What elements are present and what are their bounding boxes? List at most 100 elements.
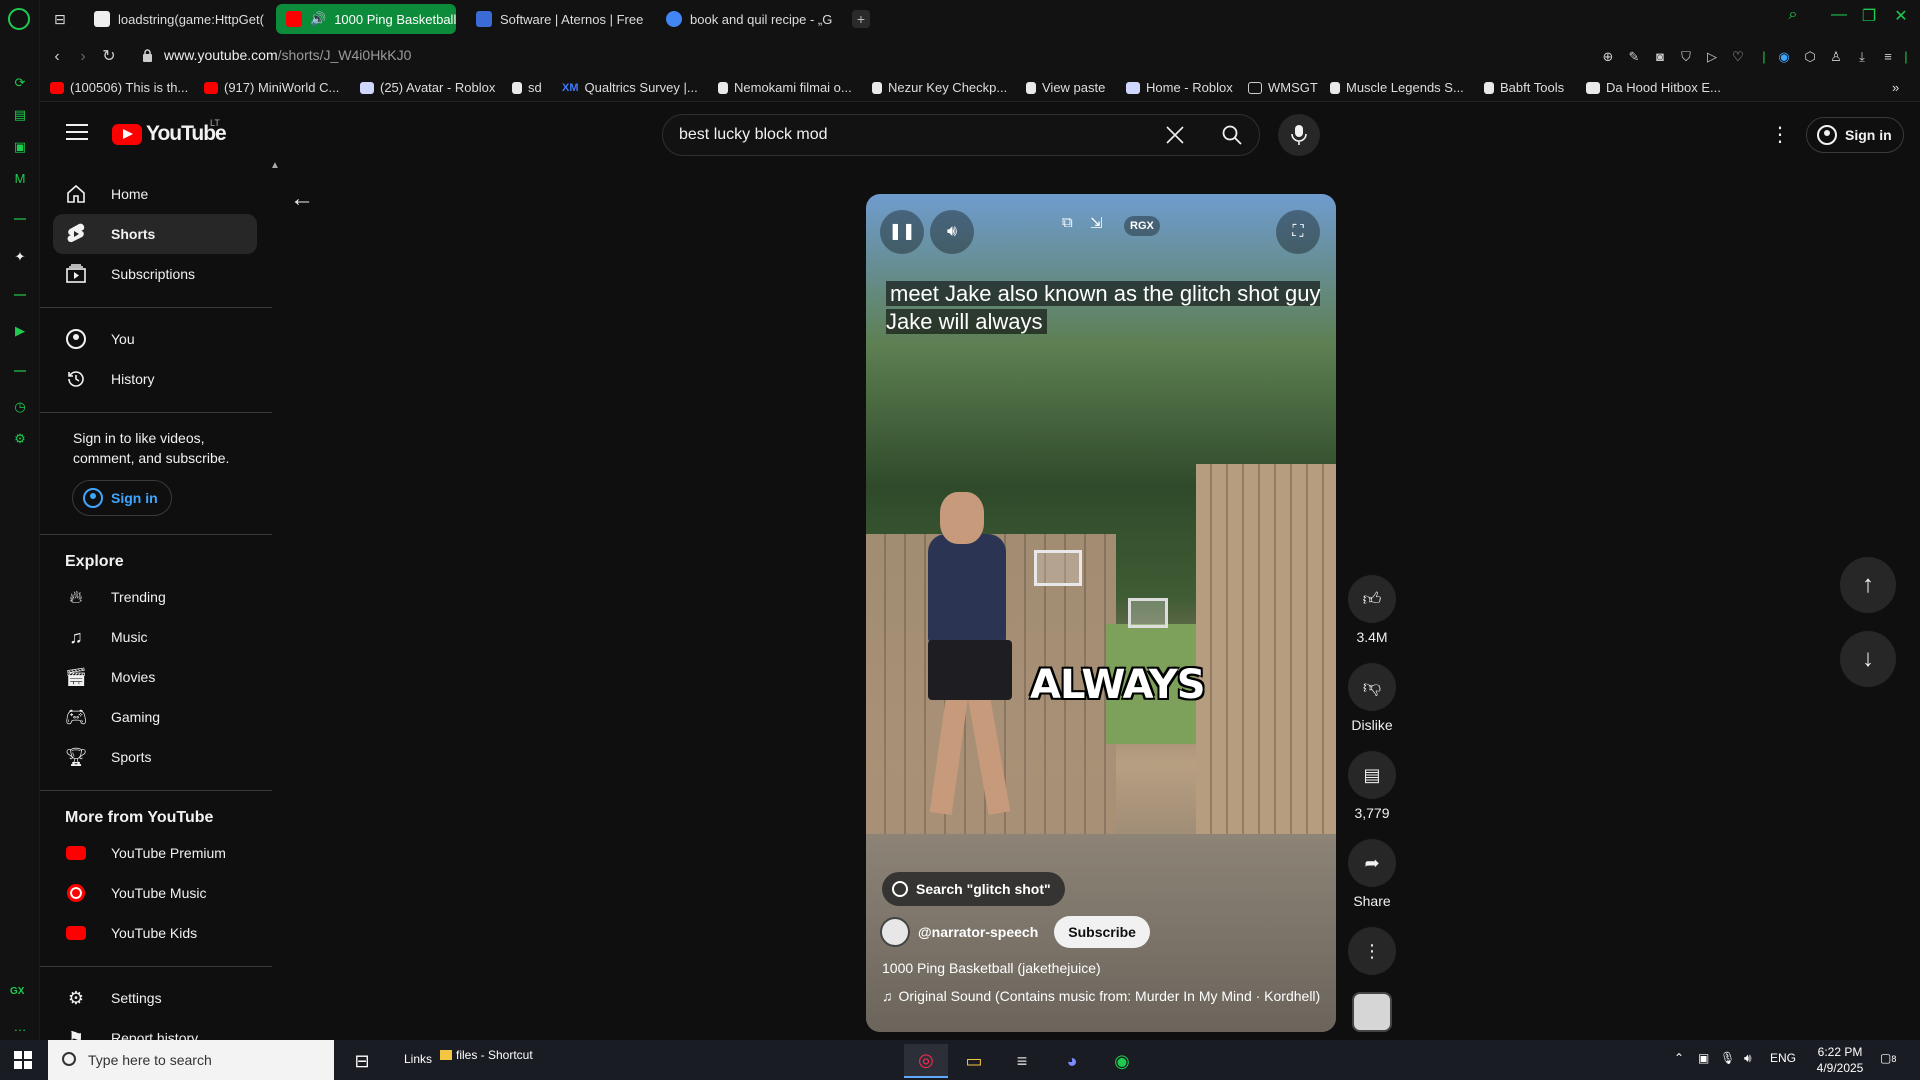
more-actions-button[interactable]: ⋮ — [1348, 927, 1396, 975]
taskbar-search[interactable]: Type here to search — [48, 1040, 334, 1080]
tab-google[interactable]: book and quil recipe - „G — [656, 4, 836, 34]
speaker-icon[interactable]: 🔊 — [310, 11, 326, 27]
notifications-icon[interactable]: ▢8 — [1880, 1051, 1896, 1065]
guide-item-gaming[interactable]: 🎮︎ Gaming — [53, 697, 257, 737]
sound-source-thumbnail[interactable] — [1352, 992, 1392, 1032]
bookmark-item[interactable]: sd — [512, 80, 542, 95]
twitch-icon[interactable]: ▣ — [11, 138, 29, 156]
like-button[interactable]: 👍︎ — [1348, 575, 1396, 623]
bookmark-item[interactable]: Muscle Legends S... — [1330, 80, 1464, 95]
gx-corner-icon[interactable]: ▤ — [11, 106, 29, 124]
zoom-icon[interactable]: ⊕ — [1600, 49, 1616, 65]
voice-search-button[interactable] — [1278, 114, 1320, 156]
previous-short-button[interactable]: ↑ — [1840, 557, 1896, 613]
language-indicator[interactable]: ENG — [1770, 1051, 1796, 1065]
guide-item-you[interactable]: You — [53, 319, 257, 359]
dislike-button[interactable]: 👎︎ — [1348, 663, 1396, 711]
rgx-button[interactable]: RGX — [1124, 216, 1160, 236]
bookmark-item[interactable]: (917) MiniWorld C... — [204, 80, 339, 95]
guide-item-youtube-kids[interactable]: YouTube Kids — [53, 913, 257, 953]
cube-icon[interactable]: ⬡ — [1802, 49, 1818, 65]
send-icon[interactable]: ▷ — [1704, 49, 1720, 65]
download-icon[interactable]: ⤓ — [1854, 49, 1870, 65]
gx-control-icon[interactable]: ⟳ — [11, 74, 29, 92]
gx-taskbar-icon[interactable]: ◉ — [1100, 1044, 1144, 1078]
tray-overflow-icon[interactable]: ⌃ — [1674, 1051, 1684, 1065]
editor-taskbar-icon[interactable]: ≡ — [1000, 1044, 1044, 1078]
subscribe-button[interactable]: Subscribe — [1054, 916, 1150, 948]
bookmark-item[interactable]: View paste — [1026, 80, 1105, 95]
bookmark-item[interactable]: Home - Roblox — [1126, 80, 1233, 95]
opera-gx-logo[interactable] — [8, 8, 30, 30]
guide-item-settings[interactable]: ⚙ Settings — [53, 978, 257, 1018]
clear-search-icon[interactable] — [1165, 125, 1185, 145]
guide-item-music[interactable]: ♫ Music — [53, 617, 257, 657]
search-input[interactable]: best lucky block mod — [679, 126, 828, 144]
opera-gx-taskbar-icon[interactable]: ◎ — [904, 1044, 948, 1078]
new-tab-button[interactable]: + — [852, 10, 870, 28]
guide-item-home[interactable]: Home — [53, 174, 257, 214]
comments-button[interactable]: ▤ — [1348, 751, 1396, 799]
sign-in-button[interactable]: Sign in — [1806, 117, 1904, 153]
shield-icon[interactable]: ⛉ — [1678, 49, 1694, 65]
bookmarks-overflow-icon[interactable]: » — [1892, 80, 1899, 95]
search-box[interactable]: best lucky block mod — [662, 114, 1260, 156]
file-explorer-taskbar-icon[interactable]: ▭ — [952, 1044, 996, 1078]
next-short-button[interactable]: ↓ — [1840, 631, 1896, 687]
guide-item-subscriptions[interactable]: Subscriptions — [53, 254, 257, 294]
profile-icon[interactable]: ♙ — [1828, 49, 1844, 65]
bookmark-item[interactable]: (100506) This is th... — [50, 80, 188, 95]
search-button[interactable] — [1186, 114, 1262, 156]
back-arrow-icon[interactable]: ← — [290, 185, 314, 213]
guide-item-youtube-premium[interactable]: YouTube Premium — [53, 833, 257, 873]
url-field[interactable]: www.youtube.com/shorts/J_W4i0HkKJ0 — [164, 47, 411, 63]
guide-item-trending[interactable]: 🔥︎ Trending — [53, 577, 257, 617]
guide-item-sports[interactable]: 🏆︎ Sports — [53, 737, 257, 777]
edit-icon[interactable]: ✎ — [1626, 49, 1642, 65]
shorts-video-player[interactable]: ❚❚ 🔊︎ ⧉ ⇲ RGX ⛶ meet Jake also known as … — [866, 194, 1336, 1032]
history-icon[interactable]: ◷ — [11, 398, 29, 416]
extension-icon[interactable]: ◉ — [1776, 49, 1792, 65]
files-shortcut[interactable]: files - Shortcut — [440, 1048, 533, 1062]
settings-icon[interactable]: ⚙ — [11, 430, 29, 448]
share-button[interactable]: ➦ — [1348, 839, 1396, 887]
pause-button[interactable]: ❚❚ — [880, 210, 924, 254]
player-icon[interactable]: ▶ — [11, 322, 29, 340]
meet-now-icon[interactable]: ▣ — [1698, 1051, 1709, 1065]
bookmark-item[interactable]: Babft Tools — [1484, 80, 1564, 95]
restore-button[interactable]: ❐ — [1854, 6, 1884, 26]
camera-icon[interactable]: ◙ — [1652, 49, 1668, 65]
tab-loadstring[interactable]: loadstring(game:HttpGet( — [84, 4, 264, 34]
channel-name[interactable]: @narrator-speech — [918, 924, 1038, 940]
search-suggestion-chip[interactable]: Search "glitch shot" — [882, 872, 1065, 906]
bookmark-item[interactable]: Nemokami filmai o... — [718, 80, 852, 95]
start-button[interactable] — [14, 1051, 32, 1069]
tab-aternos[interactable]: Software | Aternos | Free — [466, 4, 646, 34]
forward-button[interactable]: › — [72, 46, 94, 68]
more-icon[interactable]: … — [11, 1018, 29, 1036]
messenger-icon[interactable]: M — [11, 170, 29, 188]
bookmark-item[interactable]: (25) Avatar - Roblox — [360, 80, 495, 95]
volume-button[interactable]: 🔊︎ — [930, 210, 974, 254]
guide-item-movies[interactable]: 🎬︎ Movies — [53, 657, 257, 697]
channel-avatar[interactable] — [880, 917, 910, 947]
guide-item-shorts[interactable]: Shorts — [53, 214, 257, 254]
guide-item-history[interactable]: History — [53, 359, 257, 399]
video-title[interactable]: 1000 Ping Basketball (jakethejuice) — [882, 960, 1101, 976]
music-row[interactable]: ♫ Original Sound (Contains music from: M… — [882, 988, 1320, 1004]
fullscreen-button[interactable]: ⛶ — [1276, 210, 1320, 254]
system-clock[interactable]: 6:22 PM 4/9/2025 — [1800, 1044, 1880, 1076]
menu-icon[interactable]: ≡ — [1880, 49, 1896, 65]
back-button[interactable]: ‹ — [46, 46, 68, 68]
guide-scroll-up-icon[interactable]: ▲ — [270, 160, 280, 171]
discord-taskbar-icon[interactable]: ◕ — [1050, 1044, 1094, 1078]
search-tabs-icon[interactable]: ⌕ — [1778, 6, 1808, 24]
bookmark-item[interactable]: Nezur Key Checkp... — [872, 80, 1007, 95]
sidebar-sign-in-button[interactable]: Sign in — [72, 480, 172, 516]
bookmark-item[interactable]: XM Qualtrics Survey |... — [562, 80, 698, 95]
ai-icon[interactable]: ✦ — [11, 248, 29, 266]
guide-item-report-history[interactable]: ⚑ Report history — [53, 1018, 257, 1041]
guide-item-youtube-music[interactable]: YouTube Music — [53, 873, 257, 913]
bookmark-item[interactable]: Da Hood Hitbox E... — [1586, 80, 1721, 95]
reload-button[interactable]: ↻ — [98, 46, 120, 68]
